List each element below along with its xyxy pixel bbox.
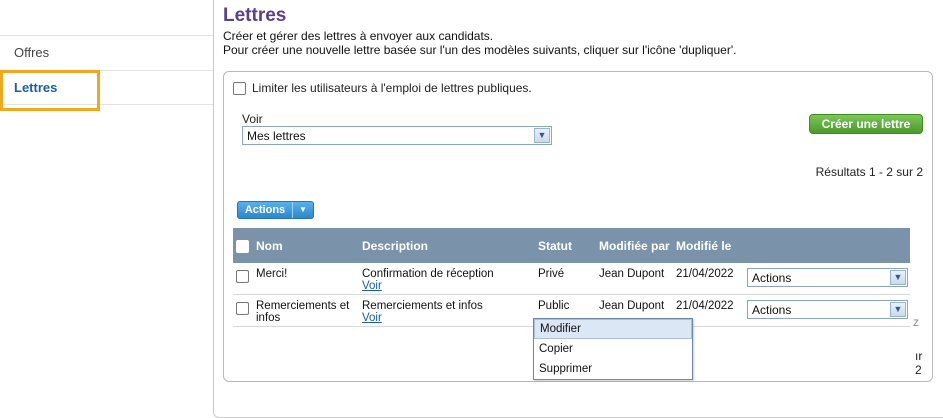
col-header-description[interactable]: Description — [362, 239, 428, 253]
row-name-line1: Merci! — [256, 268, 288, 280]
description-line-2: Pour créer une nouvelle lettre basée sur… — [223, 43, 737, 57]
row-status: Privé — [538, 268, 565, 280]
nav-item-offres[interactable]: Offres — [0, 35, 213, 70]
row-actions-value: Actions — [752, 271, 792, 285]
row-description: Confirmation de réception Voir — [362, 268, 494, 292]
row-actions-dropdown-menu: Modifier Copier Supprimer — [533, 318, 693, 380]
view-link[interactable]: Voir — [362, 312, 382, 324]
results-count: Résultats 1 - 2 sur 2 — [815, 165, 923, 179]
chevron-down-icon[interactable]: ▼ — [534, 128, 550, 143]
col-header-name[interactable]: Nom — [256, 239, 283, 253]
letters-table: Nom Description Statut Modifiée par Modi… — [233, 228, 910, 327]
nav-item-label: Lettres — [14, 80, 58, 95]
view-link[interactable]: Voir — [362, 280, 382, 292]
row-actions-value: Actions — [752, 303, 792, 317]
voir-select[interactable]: Mes lettres ▼ — [242, 126, 552, 145]
col-header-status[interactable]: Statut — [538, 239, 572, 253]
limit-public-row: Limiter les utilisateurs à l'emploi de l… — [233, 81, 532, 95]
bulk-actions-button[interactable]: Actions ▼ — [237, 201, 314, 219]
row-modified-by: Jean Dupont — [599, 268, 665, 280]
row-description-text: Confirmation de réception — [362, 268, 494, 280]
left-nav: Offres Lettres — [0, 35, 213, 111]
row-description: Remerciements et infos Voir — [362, 300, 483, 324]
description-line-1: Créer et gérer des lettres à envoyer aux… — [223, 29, 494, 43]
chevron-down-icon[interactable]: ▼ — [890, 270, 906, 285]
row-modified-on: 21/04/2022 — [676, 268, 734, 280]
row-actions-select[interactable]: Actions ▼ — [747, 300, 908, 319]
page-description: Créer et gérer des lettres à envoyer aux… — [223, 29, 736, 57]
row-modified-by: Jean Dupont — [599, 300, 665, 312]
page-title: Lettres — [223, 5, 287, 26]
col-header-modified-by[interactable]: Modifiée par — [599, 239, 670, 253]
menu-item-modifier[interactable]: Modifier — [534, 319, 692, 339]
menu-item-copier[interactable]: Copier — [534, 339, 692, 359]
row-checkbox[interactable] — [236, 270, 249, 283]
table-row: Merci! Confirmation de réception Voir Pr… — [233, 263, 910, 295]
row-modified-on: 21/04/2022 — [676, 300, 734, 312]
select-all-checkbox[interactable] — [236, 240, 249, 253]
results-count-bottom-partial: ır 2 — [915, 349, 923, 377]
table-header: Nom Description Statut Modifiée par Modi… — [233, 228, 910, 263]
row-name-line1: Remerciements et — [256, 300, 350, 312]
row-name: Merci! — [256, 268, 287, 280]
voir-label: Voir — [242, 112, 263, 126]
row-status: Public — [538, 300, 570, 312]
row-checkbox[interactable] — [236, 302, 249, 315]
col-header-modified-on[interactable]: Modifié le — [676, 239, 731, 253]
voir-select-value: Mes lettres — [247, 129, 306, 143]
limit-public-checkbox[interactable] — [233, 81, 246, 95]
row-name-line2: infos — [256, 312, 281, 324]
nav-item-label: Offres — [14, 45, 50, 60]
partial-text-covered: z — [913, 315, 919, 329]
bulk-actions-label: Actions — [238, 202, 293, 218]
chevron-down-icon[interactable]: ▼ — [890, 302, 906, 317]
chevron-down-icon[interactable]: ▼ — [293, 202, 313, 218]
limit-public-label: Limiter les utilisateurs à l'emploi de l… — [252, 81, 532, 95]
row-description-text: Remerciements et infos — [362, 300, 483, 312]
row-name: Remerciements et infos — [256, 300, 349, 324]
row-actions-select[interactable]: Actions ▼ — [747, 268, 908, 287]
create-letter-button[interactable]: Créer une lettre — [809, 114, 923, 134]
menu-item-supprimer[interactable]: Supprimer — [534, 359, 692, 379]
nav-item-lettres[interactable]: Lettres — [0, 70, 213, 111]
